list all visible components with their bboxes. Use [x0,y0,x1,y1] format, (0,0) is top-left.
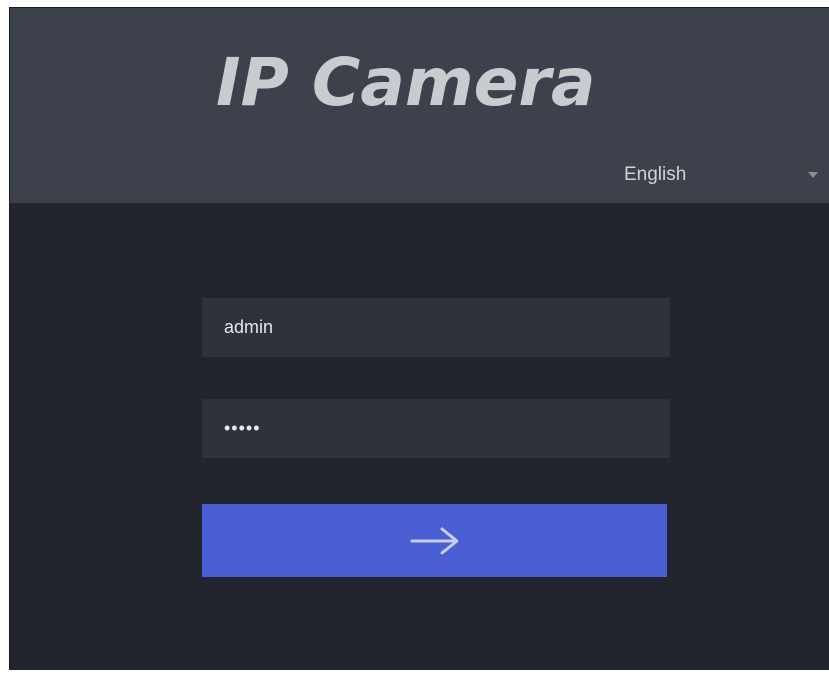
arrow-right-icon [409,526,461,556]
language-selected-value: English [624,164,687,185]
username-field[interactable]: admin [202,298,670,357]
username-value: admin [224,317,274,337]
language-select[interactable]: English [614,158,829,194]
app-title: IP Camera [216,44,596,121]
header: IP Camera English [10,8,829,203]
login-window: IP Camera English admin ••••• [9,7,829,670]
chevron-down-icon [808,172,818,178]
password-value: ••••• [224,418,261,438]
password-field[interactable]: ••••• [202,399,670,458]
login-button[interactable] [202,504,667,577]
